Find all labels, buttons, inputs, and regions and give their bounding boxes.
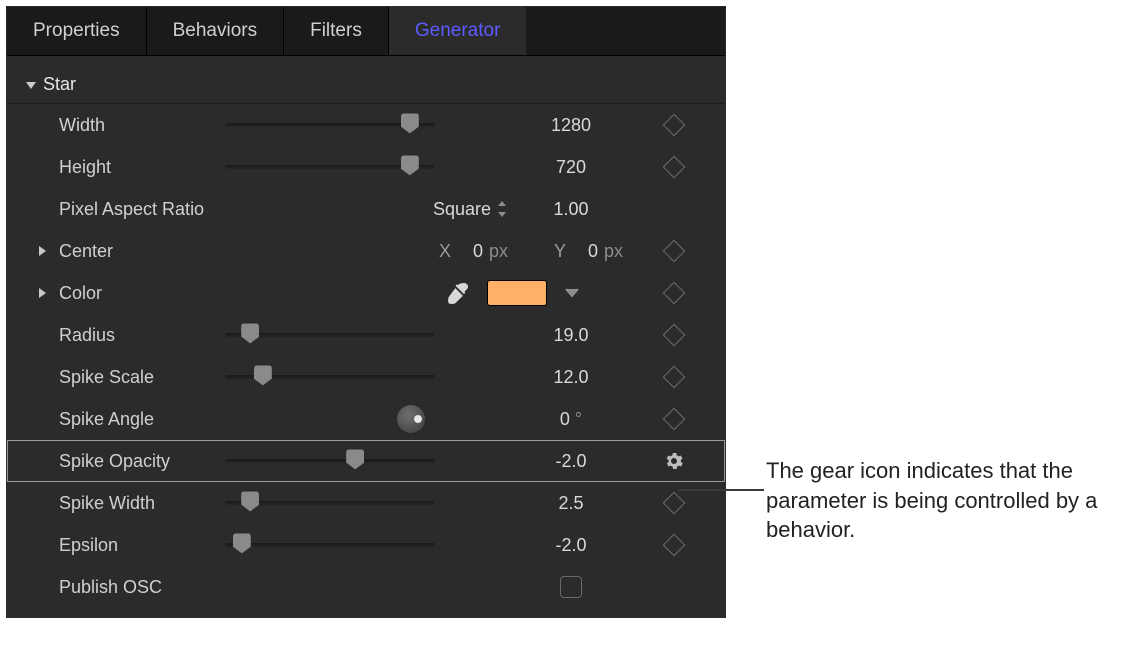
select-par[interactable]: Square xyxy=(225,199,511,220)
keyframe-width[interactable] xyxy=(666,117,682,133)
center-values: X 0 px Y 0 px xyxy=(225,241,631,262)
diamond-icon xyxy=(663,156,686,179)
diamond-icon xyxy=(663,366,686,389)
diamond-icon xyxy=(663,492,686,515)
center-x-label: X xyxy=(439,241,451,262)
row-epsilon: Epsilon -2.0 xyxy=(7,524,725,566)
center-y-unit: px xyxy=(604,241,623,262)
chevron-down-icon[interactable] xyxy=(565,288,579,298)
slider-height[interactable] xyxy=(225,146,435,188)
tab-behaviors[interactable]: Behaviors xyxy=(147,7,285,55)
value-width[interactable]: 1280 xyxy=(511,115,631,136)
row-publish-osc: Publish OSC xyxy=(7,566,725,608)
keyframe-spike-angle[interactable] xyxy=(666,411,682,427)
value-par[interactable]: 1.00 xyxy=(511,199,631,220)
row-radius: Radius 19.0 xyxy=(7,314,725,356)
disclosure-down-icon xyxy=(25,79,37,91)
label-epsilon: Epsilon xyxy=(7,535,225,556)
center-y-label: Y xyxy=(554,241,566,262)
slider-width[interactable] xyxy=(225,104,435,146)
label-spike-opacity: Spike Opacity xyxy=(7,451,225,472)
color-swatch[interactable] xyxy=(487,280,547,306)
inspector-tabs: Properties Behaviors Filters Generator xyxy=(7,7,725,56)
value-epsilon[interactable]: -2.0 xyxy=(511,535,631,556)
disclosure-color[interactable] xyxy=(37,287,47,299)
row-width: Width 1280 xyxy=(7,104,725,146)
disclosure-center[interactable] xyxy=(37,245,47,257)
value-height[interactable]: 720 xyxy=(511,157,631,178)
keyframe-spike-width[interactable] xyxy=(666,495,682,511)
diamond-icon xyxy=(663,114,686,137)
updown-icon xyxy=(497,201,507,217)
value-spike-width[interactable]: 2.5 xyxy=(511,493,631,514)
diamond-icon xyxy=(663,324,686,347)
keyframe-color[interactable] xyxy=(666,285,682,301)
keyframe-height[interactable] xyxy=(666,159,682,175)
value-radius[interactable]: 19.0 xyxy=(511,325,631,346)
center-x-unit: px xyxy=(489,241,508,262)
eyedropper-icon xyxy=(447,282,469,304)
checkbox-publish-osc[interactable] xyxy=(560,576,582,598)
label-publish-osc: Publish OSC xyxy=(7,577,225,598)
select-par-value: Square xyxy=(433,199,491,220)
label-radius: Radius xyxy=(7,325,225,346)
row-spike-scale: Spike Scale 12.0 xyxy=(7,356,725,398)
callout-text: The gear icon indicates that the paramet… xyxy=(766,456,1116,545)
row-height: Height 720 xyxy=(7,146,725,188)
row-spike-opacity: Spike Opacity -2.0 xyxy=(7,440,725,482)
param-rows: Width 1280 Height 720 Pixel As xyxy=(7,104,725,608)
label-spike-width: Spike Width xyxy=(7,493,225,514)
row-spike-angle: Spike Angle 0 ° xyxy=(7,398,725,440)
label-spike-angle: Spike Angle xyxy=(7,409,225,430)
disclosure-right-icon xyxy=(37,287,47,299)
label-spike-scale: Spike Scale xyxy=(7,367,225,388)
center-y-value[interactable]: 0 xyxy=(572,241,598,262)
diamond-icon xyxy=(663,240,686,263)
slider-epsilon[interactable] xyxy=(225,524,435,566)
label-par: Pixel Aspect Ratio xyxy=(7,199,225,220)
keyframe-spike-scale[interactable] xyxy=(666,369,682,385)
param-group-header[interactable]: Star xyxy=(7,70,725,104)
row-spike-width: Spike Width 2.5 xyxy=(7,482,725,524)
behavior-indicator-spike-opacity[interactable] xyxy=(665,452,683,470)
tab-generator[interactable]: Generator xyxy=(389,7,527,55)
row-center: Center X 0 px Y 0 px xyxy=(7,230,725,272)
slider-radius[interactable] xyxy=(225,314,435,356)
color-controls xyxy=(225,280,631,306)
unit-degree: ° xyxy=(575,409,582,429)
keyframe-epsilon[interactable] xyxy=(666,537,682,553)
row-color: Color xyxy=(7,272,725,314)
diamond-icon xyxy=(663,408,686,431)
tab-filters[interactable]: Filters xyxy=(284,7,389,55)
eyedropper-button[interactable] xyxy=(447,282,469,304)
value-spike-opacity[interactable]: -2.0 xyxy=(511,451,631,472)
dial-spike-angle[interactable] xyxy=(397,405,425,433)
slider-spike-scale[interactable] xyxy=(225,356,435,398)
diamond-icon xyxy=(663,282,686,305)
inspector-panel: Properties Behaviors Filters Generator S… xyxy=(6,6,726,618)
row-pixel-aspect-ratio: Pixel Aspect Ratio Square 1.00 xyxy=(7,188,725,230)
value-spike-scale[interactable]: 12.0 xyxy=(511,367,631,388)
keyframe-radius[interactable] xyxy=(666,327,682,343)
disclosure-right-icon xyxy=(37,245,47,257)
value-spike-angle[interactable]: 0 ° xyxy=(511,409,631,430)
label-height: Height xyxy=(7,157,225,178)
dial-spike-angle-wrap xyxy=(225,405,435,433)
group-title: Star xyxy=(43,74,76,95)
inspector-body: Star Width 1280 Height 720 xyxy=(7,56,725,618)
diamond-icon xyxy=(663,534,686,557)
keyframe-center[interactable] xyxy=(666,243,682,259)
gear-icon xyxy=(665,452,683,470)
slider-spike-opacity[interactable] xyxy=(225,440,435,482)
slider-spike-width[interactable] xyxy=(225,482,435,524)
tab-properties[interactable]: Properties xyxy=(7,7,147,55)
callout-leader-line xyxy=(678,489,764,491)
center-x-value[interactable]: 0 xyxy=(457,241,483,262)
label-width: Width xyxy=(7,115,225,136)
